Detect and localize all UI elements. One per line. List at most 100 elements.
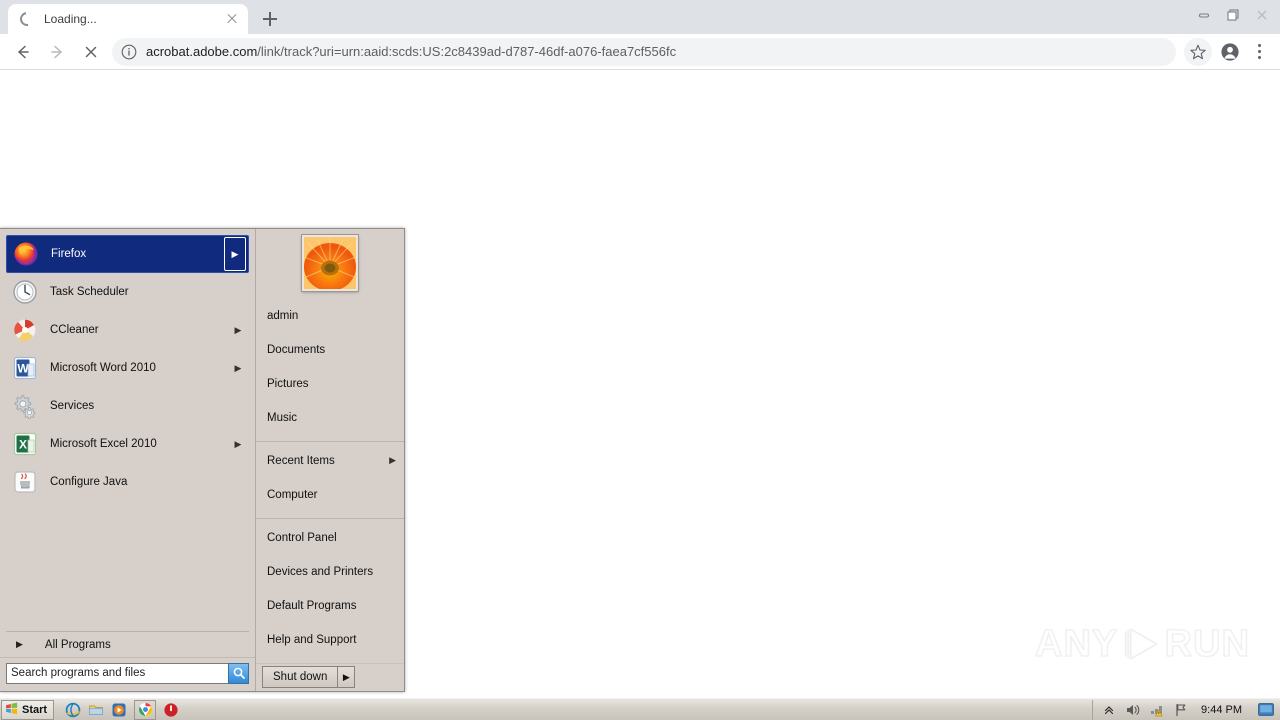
start-menu-item-music[interactable]: Music xyxy=(256,401,404,435)
action-center-flag-icon[interactable] xyxy=(1173,702,1189,718)
url-path: /link/track?uri=urn:aaid:scds:US:2c8439a… xyxy=(257,44,677,59)
start-menu: Firefox ▶ Task Scheduler CCleaner ▶ W Mi… xyxy=(0,228,405,692)
start-menu-item-task-scheduler[interactable]: Task Scheduler xyxy=(6,273,249,311)
clock-icon xyxy=(10,277,40,307)
svg-text:X: X xyxy=(19,438,27,452)
shutdown-options-arrow-icon[interactable]: ▶ xyxy=(337,666,356,689)
search-input[interactable]: Search programs and files xyxy=(6,662,229,684)
star-icon[interactable] xyxy=(1184,37,1212,66)
profile-avatar-icon[interactable] xyxy=(1216,38,1244,66)
start-menu-link-label: Recent Items xyxy=(267,454,335,467)
spinner-icon xyxy=(17,9,37,29)
user-name-label: admin xyxy=(267,309,299,322)
start-menu-item-label: Microsoft Word 2010 xyxy=(50,362,156,374)
submenu-arrow-icon[interactable]: ▶ xyxy=(224,237,246,271)
start-menu-item-label: Configure Java xyxy=(50,476,128,488)
start-menu-item-label: CCleaner xyxy=(50,324,99,336)
start-menu-search-area: Search programs and files xyxy=(0,657,255,691)
clock[interactable]: 9:44 PM xyxy=(1197,704,1246,716)
ccleaner-icon xyxy=(10,315,40,345)
volume-icon[interactable] xyxy=(1125,702,1141,718)
system-tray: 9:44 PM xyxy=(1092,699,1280,720)
start-menu-item-label: Task Scheduler xyxy=(50,286,129,298)
tab-title: Loading... xyxy=(44,12,97,26)
start-menu-link-label: Default Programs xyxy=(267,599,357,612)
start-button[interactable]: Start xyxy=(1,699,55,720)
start-menu-item-configure-java[interactable]: Configure Java xyxy=(6,463,249,501)
submenu-arrow-icon[interactable]: ▶ xyxy=(389,455,396,466)
start-menu-item-services[interactable]: Services xyxy=(6,387,249,425)
screen: Loading... acrobat.adobe.com/link/track?… xyxy=(0,0,1280,720)
info-circle-icon[interactable] xyxy=(118,41,140,63)
shutdown-area: Shut down ▶ xyxy=(256,662,404,691)
minimize-icon[interactable] xyxy=(1189,2,1218,28)
media-player-icon[interactable] xyxy=(111,702,127,718)
new-tab-button[interactable] xyxy=(256,5,284,33)
word-icon: W xyxy=(10,353,40,383)
start-menu-group-user: admin Documents Pictures Music xyxy=(256,297,404,442)
all-programs-label: All Programs xyxy=(44,638,111,651)
start-menu-item-computer[interactable]: Computer xyxy=(256,478,404,512)
java-icon xyxy=(10,467,40,497)
gears-icon xyxy=(10,391,40,421)
google-chrome-icon[interactable] xyxy=(134,699,157,720)
show-desktop-button[interactable] xyxy=(1256,702,1276,718)
submenu-arrow-icon[interactable]: ▶ xyxy=(231,325,245,336)
taskbar: Start 9:44 PM xyxy=(0,698,1280,720)
show-hidden-icons-icon[interactable] xyxy=(1101,702,1117,718)
forward-arrow-icon[interactable] xyxy=(43,38,71,66)
restore-icon[interactable] xyxy=(1218,2,1247,28)
start-menu-item-ccleaner[interactable]: CCleaner ▶ xyxy=(6,311,249,349)
start-menu-item-help-and-support[interactable]: Help and Support xyxy=(256,623,404,657)
close-icon[interactable] xyxy=(224,11,240,27)
start-menu-item-admin[interactable]: admin xyxy=(256,299,404,333)
url-host: acrobat.adobe.com xyxy=(146,44,258,59)
start-menu-links: admin Documents Pictures Music Recent It… xyxy=(256,297,404,663)
start-menu-item-label: Firefox xyxy=(51,248,87,260)
start-menu-item-default-programs[interactable]: Default Programs xyxy=(256,589,404,623)
stop-icon[interactable] xyxy=(77,38,105,66)
start-menu-right-panel: admin Documents Pictures Music Recent It… xyxy=(256,229,404,691)
browser-toolbar: acrobat.adobe.com/link/track?uri=urn:aai… xyxy=(0,34,1280,70)
start-menu-left-panel: Firefox ▶ Task Scheduler CCleaner ▶ W Mi… xyxy=(0,229,255,691)
start-button-label: Start xyxy=(22,703,48,716)
start-menu-item-microsoft-excel-2010[interactable]: X Microsoft Excel 2010 ▶ xyxy=(6,425,249,463)
magnifier-icon[interactable] xyxy=(228,662,249,684)
network-warning-icon[interactable] xyxy=(1149,702,1165,718)
tab-strip: Loading... xyxy=(0,0,1280,34)
url-text: acrobat.adobe.com/link/track?uri=urn:aai… xyxy=(146,44,676,59)
browser-tab[interactable]: Loading... xyxy=(8,4,248,34)
address-bar[interactable]: acrobat.adobe.com/link/track?uri=urn:aai… xyxy=(112,37,1176,66)
all-programs-button[interactable]: ▶ All Programs xyxy=(6,631,249,657)
internet-explorer-icon[interactable] xyxy=(65,702,81,718)
start-menu-item-recent-items[interactable]: Recent Items ▶ xyxy=(256,444,404,478)
submenu-arrow-icon[interactable]: ▶ xyxy=(231,439,245,450)
window-close-icon[interactable] xyxy=(1247,2,1276,28)
start-menu-item-devices-and-printers[interactable]: Devices and Printers xyxy=(256,555,404,589)
start-menu-link-label: Computer xyxy=(267,488,318,501)
firefox-icon xyxy=(11,239,41,269)
start-menu-item-label: Microsoft Excel 2010 xyxy=(50,438,157,450)
start-menu-item-microsoft-word-2010[interactable]: W Microsoft Word 2010 ▶ xyxy=(6,349,249,387)
window-controls xyxy=(1189,0,1276,30)
quick-launch-bar xyxy=(65,699,179,720)
start-menu-item-firefox[interactable]: Firefox ▶ xyxy=(6,235,249,273)
red-power-icon[interactable] xyxy=(163,702,179,718)
submenu-arrow-icon[interactable]: ▶ xyxy=(231,363,245,374)
start-menu-item-pictures[interactable]: Pictures xyxy=(256,367,404,401)
start-menu-link-label: Documents xyxy=(267,343,326,356)
svg-text:W: W xyxy=(17,362,29,376)
avatar[interactable] xyxy=(256,229,404,297)
start-menu-link-label: Devices and Printers xyxy=(267,565,374,578)
start-menu-group-settings: Control Panel Devices and Printers Defau… xyxy=(256,519,404,663)
windows-flag-icon xyxy=(4,701,19,719)
start-menu-link-label: Pictures xyxy=(267,377,309,390)
start-menu-item-control-panel[interactable]: Control Panel xyxy=(256,521,404,555)
three-dots-menu-icon[interactable] xyxy=(1246,38,1272,66)
start-menu-item-documents[interactable]: Documents xyxy=(256,333,404,367)
back-arrow-icon[interactable] xyxy=(9,38,37,66)
start-menu-link-label: Help and Support xyxy=(267,633,357,646)
chevron-right-icon: ▶ xyxy=(16,639,23,649)
shut-down-button[interactable]: Shut down xyxy=(262,666,339,689)
windows-explorer-icon[interactable] xyxy=(88,702,104,718)
